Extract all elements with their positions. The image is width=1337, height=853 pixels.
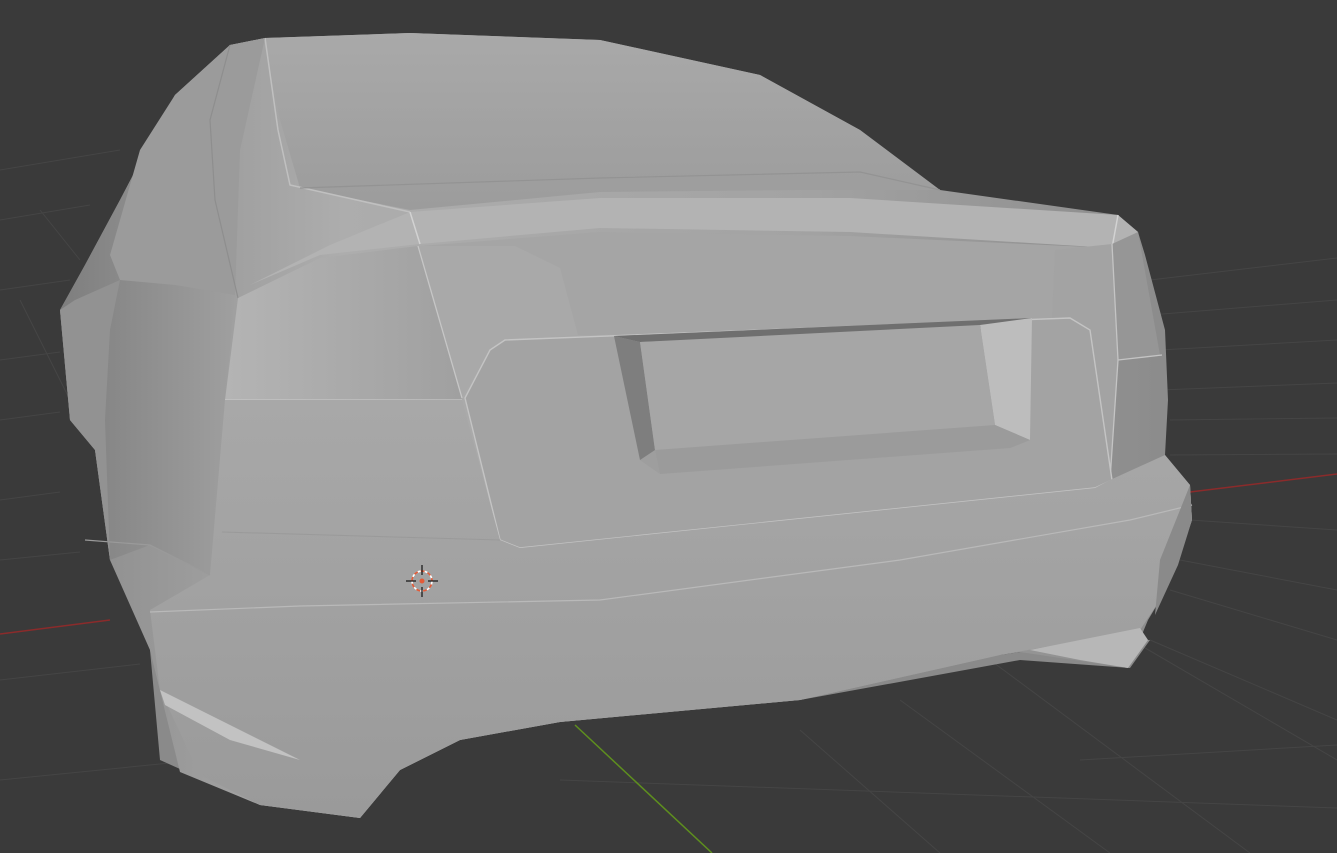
x-axis-line bbox=[0, 619, 111, 635]
y-axis-line bbox=[574, 724, 713, 853]
x-axis-line-right bbox=[1189, 473, 1337, 493]
viewport-canvas[interactable] bbox=[0, 0, 1337, 853]
car-roof bbox=[265, 33, 940, 210]
viewport-3d[interactable] bbox=[0, 0, 1337, 853]
car-model[interactable] bbox=[60, 33, 1193, 818]
